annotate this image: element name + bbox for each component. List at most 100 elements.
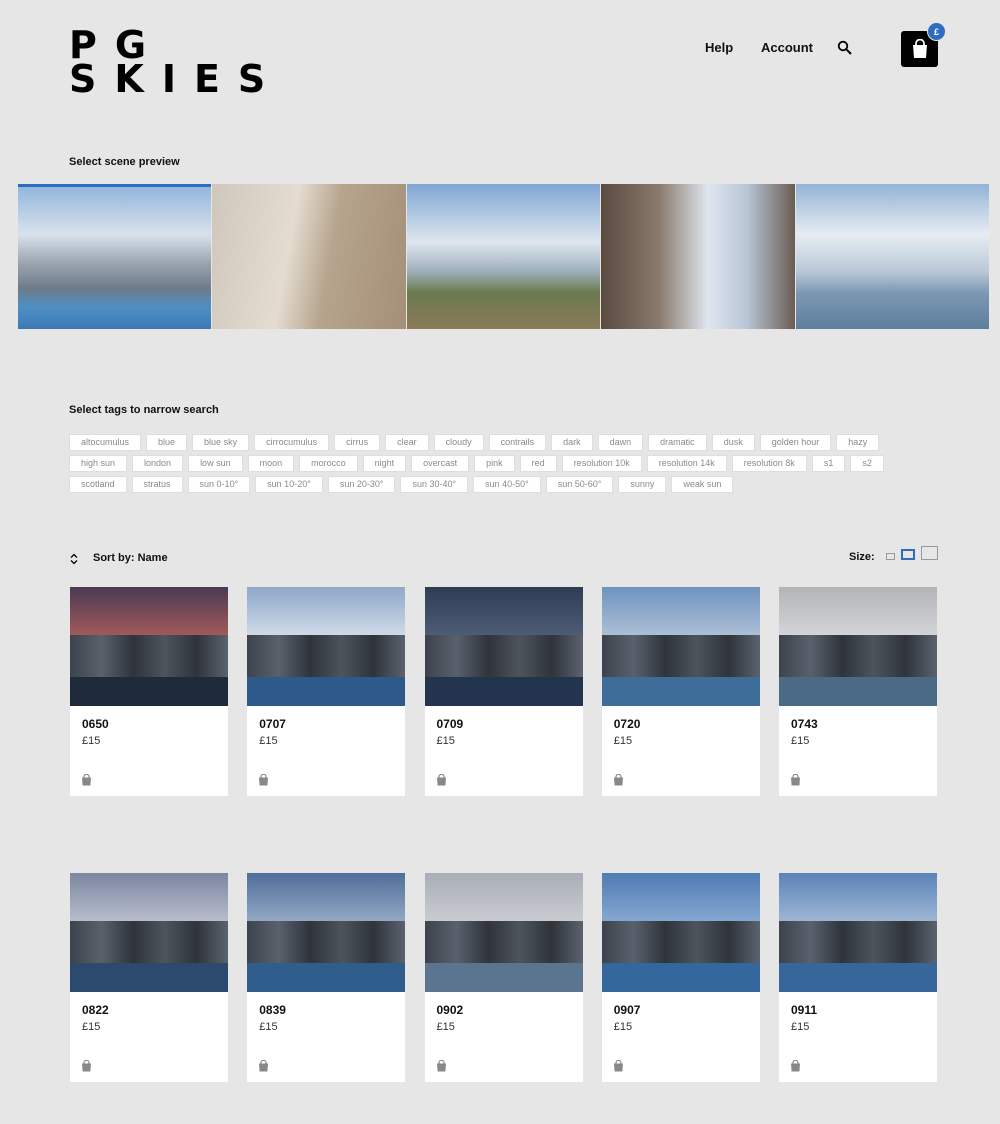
product-title[interactable]: 0743 [791,717,818,731]
site-logo[interactable]: PG SKIES [69,26,283,98]
tag-chip[interactable]: night [362,455,407,472]
scene-preview-interior[interactable] [212,184,406,329]
product-thumbnail[interactable] [601,873,760,992]
sort-arrows-icon[interactable] [70,552,78,565]
product-thumbnail[interactable] [779,587,937,706]
tag-chip[interactable]: s2 [850,455,884,472]
tag-chip[interactable]: high sun [69,455,128,472]
product-card[interactable]: 0839 £15 [247,873,406,1082]
search-icon[interactable] [837,40,853,56]
product-thumbnail[interactable] [70,587,228,706]
product-thumbnail[interactable] [424,587,583,706]
tag-chip[interactable]: overcast [411,455,470,472]
tag-chip[interactable]: hazy [836,434,880,451]
sort-by-control[interactable]: Sort by: Name [93,552,168,564]
product-card[interactable]: 0907 £15 [601,873,760,1082]
tag-chip[interactable]: sun 40-50° [473,476,541,493]
tag-chip[interactable]: sun 10-20° [255,476,323,493]
product-thumbnail[interactable] [70,873,228,992]
add-to-cart-bag-icon[interactable] [613,1059,624,1072]
tag-chip[interactable]: altocumulus [69,434,142,451]
product-card[interactable]: 0902 £15 [424,873,583,1082]
tag-chip[interactable]: clear [385,434,429,451]
tag-chip[interactable]: resolution 14k [646,455,727,472]
tag-chip[interactable]: blue sky [192,434,250,451]
size-large-option[interactable] [921,546,938,560]
tag-chip[interactable]: sunny [618,476,667,493]
tag-chip[interactable]: sun 30-40° [400,476,469,493]
tags-label: Select tags to narrow search [69,404,219,416]
tag-chip[interactable]: s1 [811,455,846,472]
tag-chip[interactable]: stratus [131,476,183,493]
nav-account-link[interactable]: Account [761,40,813,55]
tag-chip[interactable]: cirrus [334,434,381,451]
product-price: £15 [82,735,101,747]
tag-chip[interactable]: sun 0-10° [187,476,251,493]
product-title[interactable]: 0720 [614,717,641,731]
tag-chip[interactable]: contrails [488,434,547,451]
product-thumbnail[interactable] [424,873,583,992]
tag-chip[interactable]: dusk [711,434,755,451]
nav-help-link[interactable]: Help [705,40,733,55]
tag-chip[interactable]: golden hour [759,434,832,451]
add-to-cart-bag-icon[interactable] [258,1059,269,1072]
product-title[interactable]: 0822 [82,1003,109,1017]
product-title[interactable]: 0911 [791,1003,817,1017]
tag-chip[interactable]: london [132,455,184,472]
product-title[interactable]: 0839 [259,1003,286,1017]
product-card[interactable]: 0822 £15 [70,873,228,1082]
cart-badge[interactable]: £ [927,22,946,41]
scene-preview-pool-house[interactable] [18,184,212,329]
product-card[interactable]: 0707 £15 [247,587,406,796]
product-thumbnail[interactable] [247,587,406,706]
tag-chip[interactable]: moon [247,455,295,472]
product-card[interactable]: 0743 £15 [779,587,937,796]
tag-chip[interactable]: cirrocumulus [254,434,330,451]
product-price: £15 [791,1021,810,1033]
product-title[interactable]: 0709 [437,717,464,731]
product-thumbnail[interactable] [779,873,937,992]
product-card[interactable]: 0709 £15 [424,587,583,796]
add-to-cart-bag-icon[interactable] [790,773,801,786]
tag-chip[interactable]: sun 50-60° [545,476,614,493]
product-card[interactable]: 0720 £15 [601,587,760,796]
product-title[interactable]: 0707 [259,717,286,731]
tag-chip[interactable]: resolution 8k [731,455,807,472]
tag-chip[interactable]: blue [146,434,188,451]
tag-chip[interactable]: weak sun [671,476,734,493]
tag-chip[interactable]: pink [474,455,515,472]
size-small-option[interactable] [886,553,895,560]
add-to-cart-bag-icon[interactable] [81,1059,92,1072]
product-price: £15 [791,735,810,747]
product-title[interactable]: 0907 [614,1003,641,1017]
scene-preview-ocean-island[interactable] [795,184,990,329]
add-to-cart-bag-icon[interactable] [790,1059,801,1072]
scene-preview-strip [18,184,990,329]
scene-preview-city-street[interactable] [601,184,795,329]
add-to-cart-bag-icon[interactable] [436,773,447,786]
add-to-cart-bag-icon[interactable] [258,773,269,786]
tag-chip[interactable]: scotland [69,476,127,493]
add-to-cart-bag-icon[interactable] [436,1059,447,1072]
product-card[interactable]: 0650 £15 [70,587,228,796]
tag-chip[interactable]: dramatic [648,434,707,451]
product-grid: 0650 £15 0707 £15 0709 £15 0720 £15 0743 £15 0822 £… [70,587,937,1082]
product-thumbnail[interactable] [247,873,406,992]
tag-chip[interactable]: resolution 10k [561,455,642,472]
size-medium-option[interactable] [901,549,915,560]
tag-chip[interactable]: morocco [299,455,358,472]
scene-preview-forest-road[interactable] [406,184,601,329]
add-to-cart-bag-icon[interactable] [81,773,92,786]
product-price: £15 [82,1021,101,1033]
tag-chip[interactable]: low sun [188,455,243,472]
tag-chip[interactable]: cloudy [433,434,484,451]
tag-chip[interactable]: dawn [597,434,644,451]
tag-chip[interactable]: red [519,455,557,472]
product-title[interactable]: 0650 [82,717,109,731]
product-title[interactable]: 0902 [437,1003,464,1017]
add-to-cart-bag-icon[interactable] [613,773,624,786]
tag-chip[interactable]: sun 20-30° [327,476,396,493]
product-thumbnail[interactable] [601,587,760,706]
tag-chip[interactable]: dark [551,434,593,451]
product-card[interactable]: 0911 £15 [779,873,937,1082]
